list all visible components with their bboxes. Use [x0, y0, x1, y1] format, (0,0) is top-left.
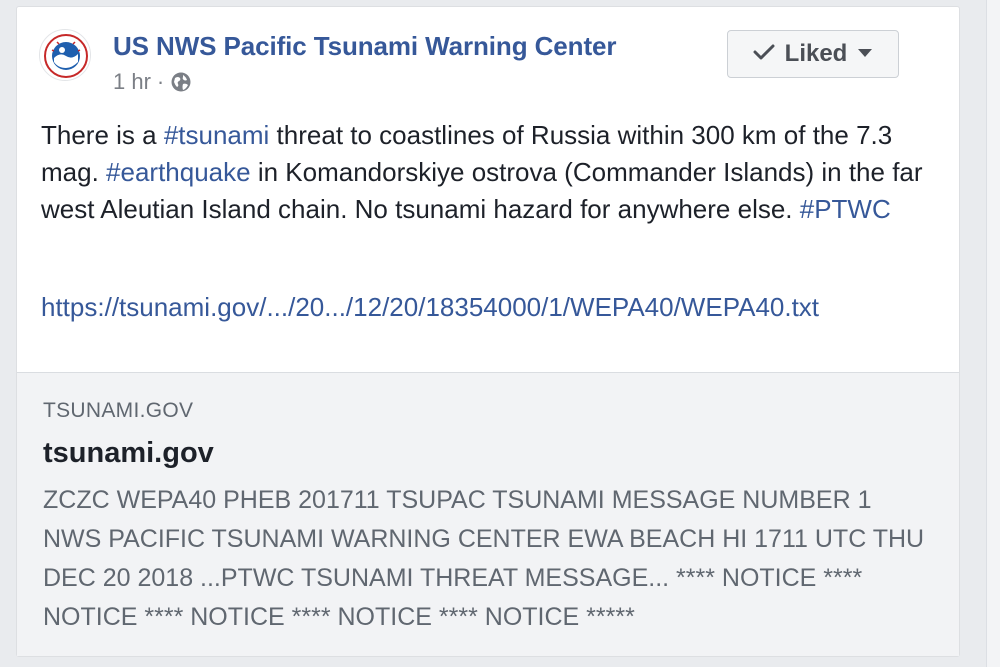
hashtag-earthquake-link[interactable]: #earthquake	[106, 157, 251, 187]
page-name-link[interactable]: US NWS Pacific Tsunami Warning Center	[113, 31, 616, 62]
post-url-row: https://tsunami.gov/.../20.../12/20/1835…	[41, 289, 941, 326]
preview-title[interactable]: tsunami.gov	[43, 437, 214, 470]
hashtag-ptwc-link[interactable]: #PTWC	[800, 194, 891, 224]
meta-separator: ·	[156, 69, 165, 94]
preview-domain: TSUNAMI.GOV	[43, 399, 194, 422]
right-scroll-gutter	[986, 0, 1000, 667]
link-preview-card[interactable]: TSUNAMI.GOV tsunami.gov ZCZC WEPA40 PHEB…	[17, 372, 959, 656]
post-url-link[interactable]: https://tsunami.gov/.../20.../12/20/1835…	[41, 292, 819, 322]
post-meta: 1 hr ·	[113, 69, 192, 95]
post-timestamp[interactable]: 1 hr	[113, 69, 151, 95]
preview-description: ZCZC WEPA40 PHEB 201711 TSUPAC TSUNAMI M…	[43, 486, 925, 631]
check-icon	[753, 43, 775, 66]
hashtag-tsunami-link[interactable]: #tsunami	[164, 120, 270, 150]
globe-icon[interactable]	[170, 71, 192, 93]
post-text-segment: There is a	[41, 120, 164, 150]
liked-button[interactable]: Liked	[727, 30, 899, 78]
post-card: US NWS Pacific Tsunami Warning Center 1 …	[16, 6, 960, 657]
liked-button-label: Liked	[784, 40, 848, 67]
post-body-text: There is a #tsunami threat to coastlines…	[41, 117, 941, 228]
nws-logo-icon[interactable]	[39, 29, 91, 81]
caret-down-icon	[857, 45, 873, 63]
